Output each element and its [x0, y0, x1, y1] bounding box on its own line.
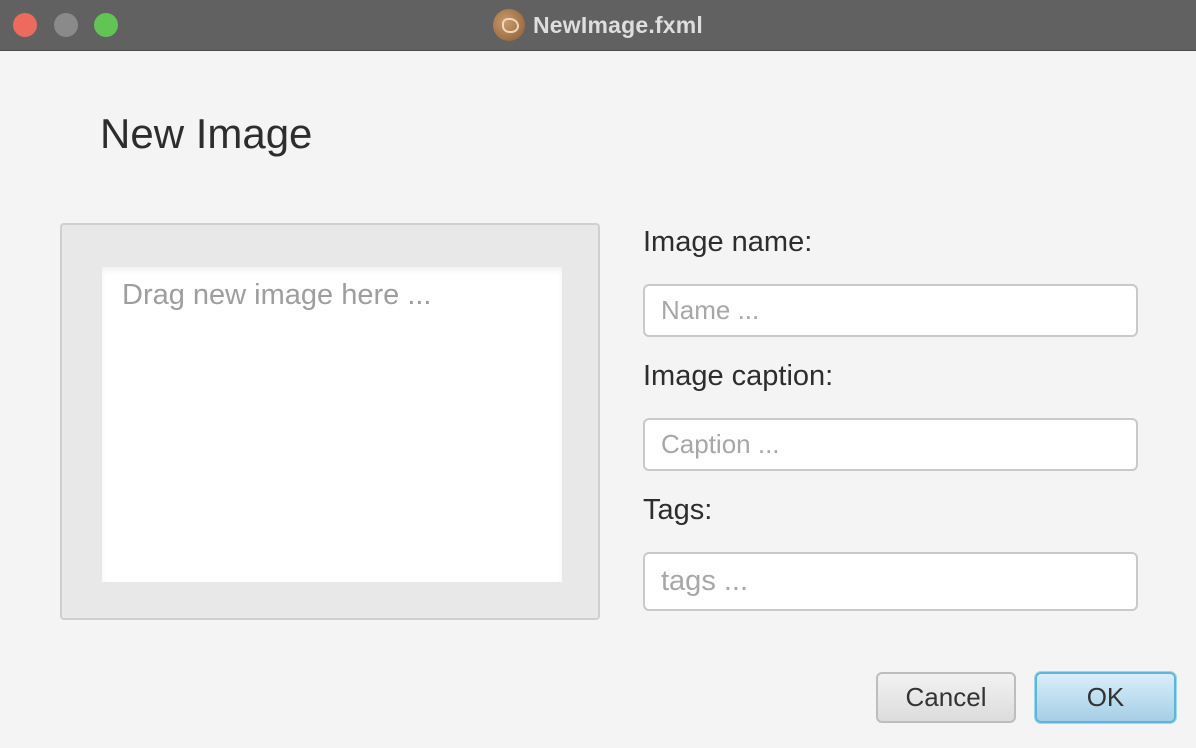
drop-area-placeholder: Drag new image here ...: [122, 279, 432, 311]
ok-button[interactable]: OK: [1035, 672, 1176, 723]
image-name-input[interactable]: [643, 284, 1138, 337]
new-image-window: NewImage.fxml New Image Drag new image h…: [0, 0, 1196, 748]
image-name-label: Image name:: [643, 226, 813, 258]
window-title-container: NewImage.fxml: [0, 0, 1196, 50]
tags-input[interactable]: [643, 552, 1138, 611]
window-titlebar[interactable]: NewImage.fxml: [0, 0, 1196, 51]
cancel-button[interactable]: Cancel: [876, 672, 1016, 723]
image-caption-input[interactable]: [643, 418, 1138, 471]
window-title: NewImage.fxml: [532, 11, 704, 38]
image-drop-area[interactable]: Drag new image here ...: [102, 267, 562, 582]
image-drop-zone[interactable]: Drag new image here ...: [60, 223, 600, 620]
image-caption-label: Image caption:: [643, 360, 834, 392]
app-icon: [492, 9, 525, 41]
tags-label: Tags:: [643, 494, 713, 526]
dialog-heading: New Image: [100, 110, 313, 157]
